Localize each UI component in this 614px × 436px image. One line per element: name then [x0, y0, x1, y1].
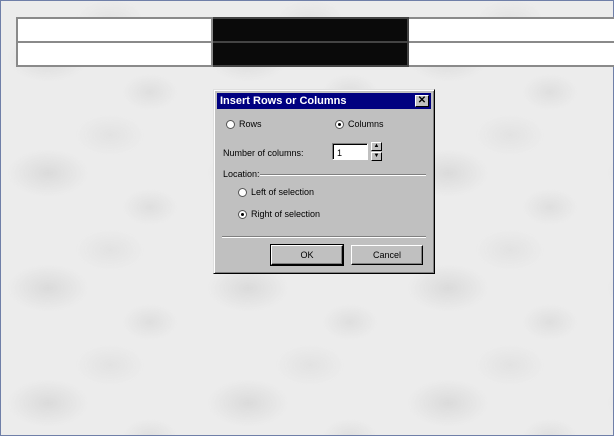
dialog-titlebar[interactable]: Insert Rows or Columns ✕ — [217, 93, 431, 109]
cancel-button[interactable]: Cancel — [351, 245, 423, 265]
ok-button[interactable]: OK — [270, 244, 344, 266]
location-label: Location: — [223, 169, 260, 179]
button-separator — [222, 236, 426, 238]
columns-radio-label: Columns — [348, 119, 384, 129]
table-row — [16, 17, 614, 43]
columns-radio[interactable]: Columns — [335, 119, 384, 129]
rows-radio[interactable]: Rows — [226, 119, 262, 129]
spin-up-button[interactable]: ▲ — [371, 142, 382, 151]
spin-down-button[interactable]: ▼ — [371, 152, 382, 161]
table-cell-selected[interactable] — [210, 41, 410, 67]
table-cell[interactable] — [16, 41, 213, 67]
right-of-selection-radio[interactable]: Right of selection — [238, 209, 320, 219]
radio-selected-icon — [335, 119, 344, 129]
page-table — [16, 17, 614, 67]
dialog-title: Insert Rows or Columns — [220, 95, 347, 107]
close-button[interactable]: ✕ — [415, 95, 429, 107]
table-cell[interactable] — [407, 41, 614, 67]
count-input[interactable] — [332, 143, 368, 160]
table-row — [16, 41, 614, 67]
count-label: Number of columns: — [223, 148, 304, 158]
rows-radio-label: Rows — [239, 119, 262, 129]
count-spinner: ▲ ▼ — [371, 142, 382, 161]
left-of-selection-radio[interactable]: Left of selection — [238, 187, 314, 197]
location-group-line — [260, 174, 426, 176]
cancel-button-label: Cancel — [372, 250, 401, 260]
radio-icon — [238, 187, 247, 197]
right-of-selection-label: Right of selection — [251, 209, 321, 219]
left-of-selection-label: Left of selection — [251, 187, 315, 197]
close-icon: ✕ — [417, 95, 427, 106]
radio-selected-icon — [238, 209, 247, 219]
ok-button-label: OK — [300, 250, 314, 260]
insert-rows-columns-dialog: Insert Rows or Columns ✕ Rows Columns Nu… — [213, 89, 435, 274]
radio-icon — [226, 119, 235, 129]
table-cell[interactable] — [407, 17, 614, 43]
table-cell-selected[interactable] — [210, 17, 410, 43]
table-cell[interactable] — [16, 17, 213, 43]
